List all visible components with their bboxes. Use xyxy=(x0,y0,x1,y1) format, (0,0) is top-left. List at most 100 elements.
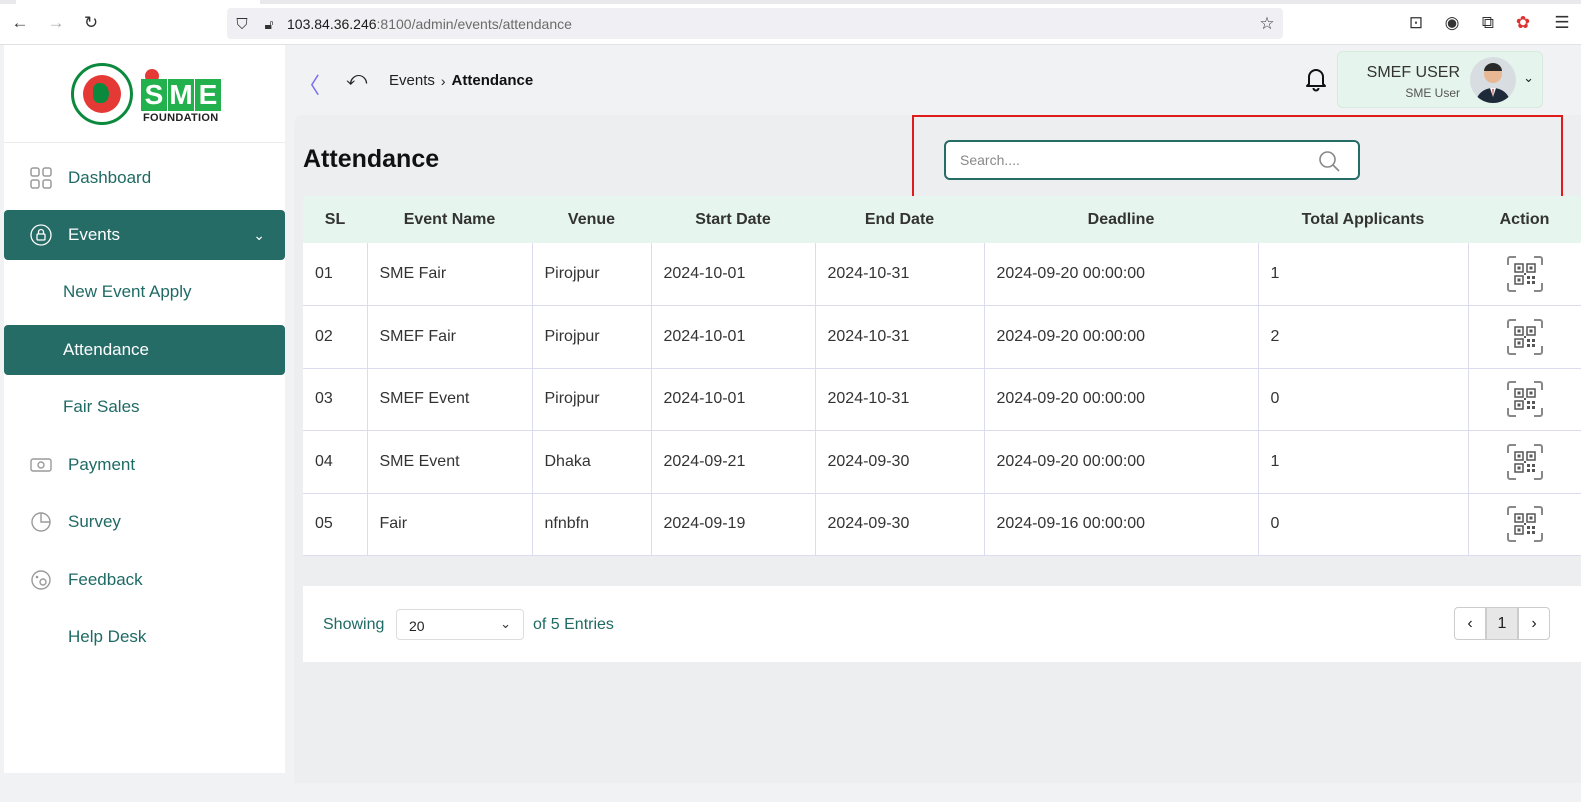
breadcrumb-events[interactable]: Events xyxy=(389,72,435,89)
insecure-lock-icon[interactable]: 🔓︎ xyxy=(258,13,280,35)
search-input[interactable] xyxy=(960,150,1300,170)
column-header-deadline: Deadline xyxy=(1087,210,1155,228)
per-page-select[interactable]: 20 ⌄ xyxy=(396,609,524,640)
qr-code-icon[interactable] xyxy=(1506,318,1544,355)
user-role: SME User xyxy=(1405,86,1460,100)
cell-end-date: 2024-10-31 xyxy=(814,305,984,368)
cell-venue: Dhaka xyxy=(531,430,651,493)
sme-foundation-logo[interactable]: SME FOUNDATION xyxy=(141,67,225,125)
cell-venue: Pirojpur xyxy=(531,368,651,431)
cell-end-date: 2024-10-31 xyxy=(814,243,984,306)
cell-start-date: 2024-10-01 xyxy=(650,368,815,431)
cell-total-applicants: 2 xyxy=(1257,305,1468,368)
qr-code-icon[interactable] xyxy=(1506,381,1544,418)
cell-start-date: 2024-10-01 xyxy=(650,243,815,306)
reload-icon[interactable]: ↻ xyxy=(80,12,102,34)
cell-sl: 05 xyxy=(315,515,333,533)
sidebar-item-attendance[interactable]: Attendance xyxy=(4,325,285,375)
cell-action xyxy=(1467,430,1581,493)
sidebar-item-survey[interactable]: Survey xyxy=(4,497,285,547)
extension-badge-icon[interactable]: ✿ xyxy=(1512,12,1534,34)
sidebar-item-feedback[interactable]: Feedback xyxy=(4,555,285,605)
breadcrumb-current: Attendance xyxy=(451,72,534,89)
search-icon[interactable] xyxy=(1318,150,1340,172)
sidebar-item-label: New Event Apply xyxy=(63,282,192,301)
cell-total-applicants: 0 xyxy=(1257,368,1468,431)
cell-venue: Pirojpur xyxy=(531,305,651,368)
qr-code-icon[interactable] xyxy=(1506,506,1544,543)
column-header-sl: SL xyxy=(324,210,346,228)
cell-event-name: Fair xyxy=(366,493,532,556)
sidebar-item-events[interactable]: Events ⌄ xyxy=(4,210,285,260)
logo-area: SME FOUNDATION xyxy=(4,45,285,143)
page-title: Attendance xyxy=(303,145,440,173)
cell-total-applicants: 1 xyxy=(1257,243,1468,306)
sidebar-item-label: Help Desk xyxy=(68,627,147,646)
sidebar: SME FOUNDATION Dashboard Events ⌄ New Ev… xyxy=(4,45,285,773)
forward-arrow-icon[interactable]: → xyxy=(45,12,67,34)
page-number-label: 1 xyxy=(1497,614,1507,632)
qr-code-icon[interactable] xyxy=(1506,256,1544,292)
pagination-bar: Showing 20 ⌄ of 5 Entries ‹ 1 › xyxy=(303,586,1581,662)
shield-icon[interactable]: ⛉ xyxy=(231,13,253,35)
url-path: :8100/admin/events/attendance xyxy=(376,16,572,32)
chevron-down-icon[interactable]: ⌄ xyxy=(1523,70,1534,86)
browser-tab[interactable] xyxy=(16,0,260,4)
grid-icon xyxy=(30,167,52,189)
chevron-right-icon: › xyxy=(440,72,446,89)
lock-circle-icon xyxy=(30,224,52,246)
chevron-right-icon: › xyxy=(1531,614,1537,632)
table-row: 01 SME Fair Pirojpur 2024-10-01 2024-10-31 20… xyxy=(303,243,1581,306)
table-header-row: SL Event Name Venue Start Date End Date … xyxy=(303,196,1581,243)
logo-letter: M xyxy=(168,79,194,111)
table-row: 03 SMEF Event Pirojpur 2024-10-01 2024-10-31… xyxy=(303,368,1581,431)
sidebar-item-label: Attendance xyxy=(63,340,150,359)
sidebar-item-label: Survey xyxy=(68,512,121,531)
account-icon[interactable]: ◉ xyxy=(1441,12,1463,34)
menu-icon[interactable]: ☰ xyxy=(1551,12,1573,34)
url-text[interactable]: 103.84.36.246:8100/admin/events/attendan… xyxy=(287,16,572,32)
bell-icon[interactable] xyxy=(1303,66,1329,92)
cell-start-date: 2024-09-19 xyxy=(650,493,815,556)
user-menu[interactable]: SMEF USER SME User ⌄ xyxy=(1337,51,1543,108)
bookmark-star-icon[interactable]: ☆ xyxy=(1256,13,1278,35)
sidebar-item-label: Dashboard xyxy=(68,168,152,187)
column-header-event-name: Event Name xyxy=(403,210,496,228)
sidebar-item-help-desk[interactable]: Help Desk xyxy=(4,612,285,662)
breadcrumb: Events › Attendance xyxy=(389,72,533,89)
pocket-icon[interactable]: ⊡ xyxy=(1405,12,1427,34)
column-header-action: Action xyxy=(1499,210,1550,228)
next-page-button[interactable]: › xyxy=(1518,607,1550,640)
chevron-down-icon: ⌄ xyxy=(253,226,265,243)
sidebar-item-new-event-apply[interactable]: New Event Apply xyxy=(4,267,285,317)
cell-action xyxy=(1467,493,1581,556)
cell-action xyxy=(1467,368,1581,431)
cell-event-name: SME Fair xyxy=(366,243,532,306)
prev-page-button[interactable]: ‹ xyxy=(1454,607,1486,640)
extensions-icon[interactable]: ⧉ xyxy=(1477,12,1499,34)
cell-deadline: 2024-09-20 00:00:00 xyxy=(983,243,1258,306)
qr-code-icon[interactable] xyxy=(1506,443,1544,480)
sidebar-item-payment[interactable]: Payment xyxy=(4,440,285,490)
browser-toolbar: ← → ↻ ⛉ 🔓︎ 103.84.36.246:8100/admin/even… xyxy=(0,0,1581,45)
back-arrow-icon[interactable]: ← xyxy=(9,12,31,34)
sidebar-item-label: Payment xyxy=(68,455,136,474)
undo-back-icon[interactable]: ⤺ xyxy=(346,68,367,91)
user-name: SMEF USER xyxy=(1366,64,1460,81)
collapse-sidebar-icon[interactable]: 〈 xyxy=(298,68,320,100)
cell-total-applicants: 1 xyxy=(1257,430,1468,493)
entries-label: of 5 Entries xyxy=(533,616,614,633)
cell-sl: 04 xyxy=(315,452,333,470)
logo-subtext: FOUNDATION xyxy=(143,112,219,124)
browser-tab-strip xyxy=(0,0,1581,4)
page-number-button[interactable]: 1 xyxy=(1486,607,1518,640)
cell-action xyxy=(1467,305,1581,368)
column-header-total-applicants: Total Applicants xyxy=(1301,210,1425,228)
government-seal-logo xyxy=(71,63,133,125)
attendance-table: SL Event Name Venue Start Date End Date … xyxy=(303,196,1581,556)
sidebar-item-fair-sales[interactable]: Fair Sales xyxy=(4,382,285,432)
cell-end-date: 2024-09-30 xyxy=(814,493,984,556)
sidebar-item-dashboard[interactable]: Dashboard xyxy=(4,153,285,203)
search-box[interactable] xyxy=(944,140,1360,180)
sidebar-item-label: Fair Sales xyxy=(63,397,140,416)
